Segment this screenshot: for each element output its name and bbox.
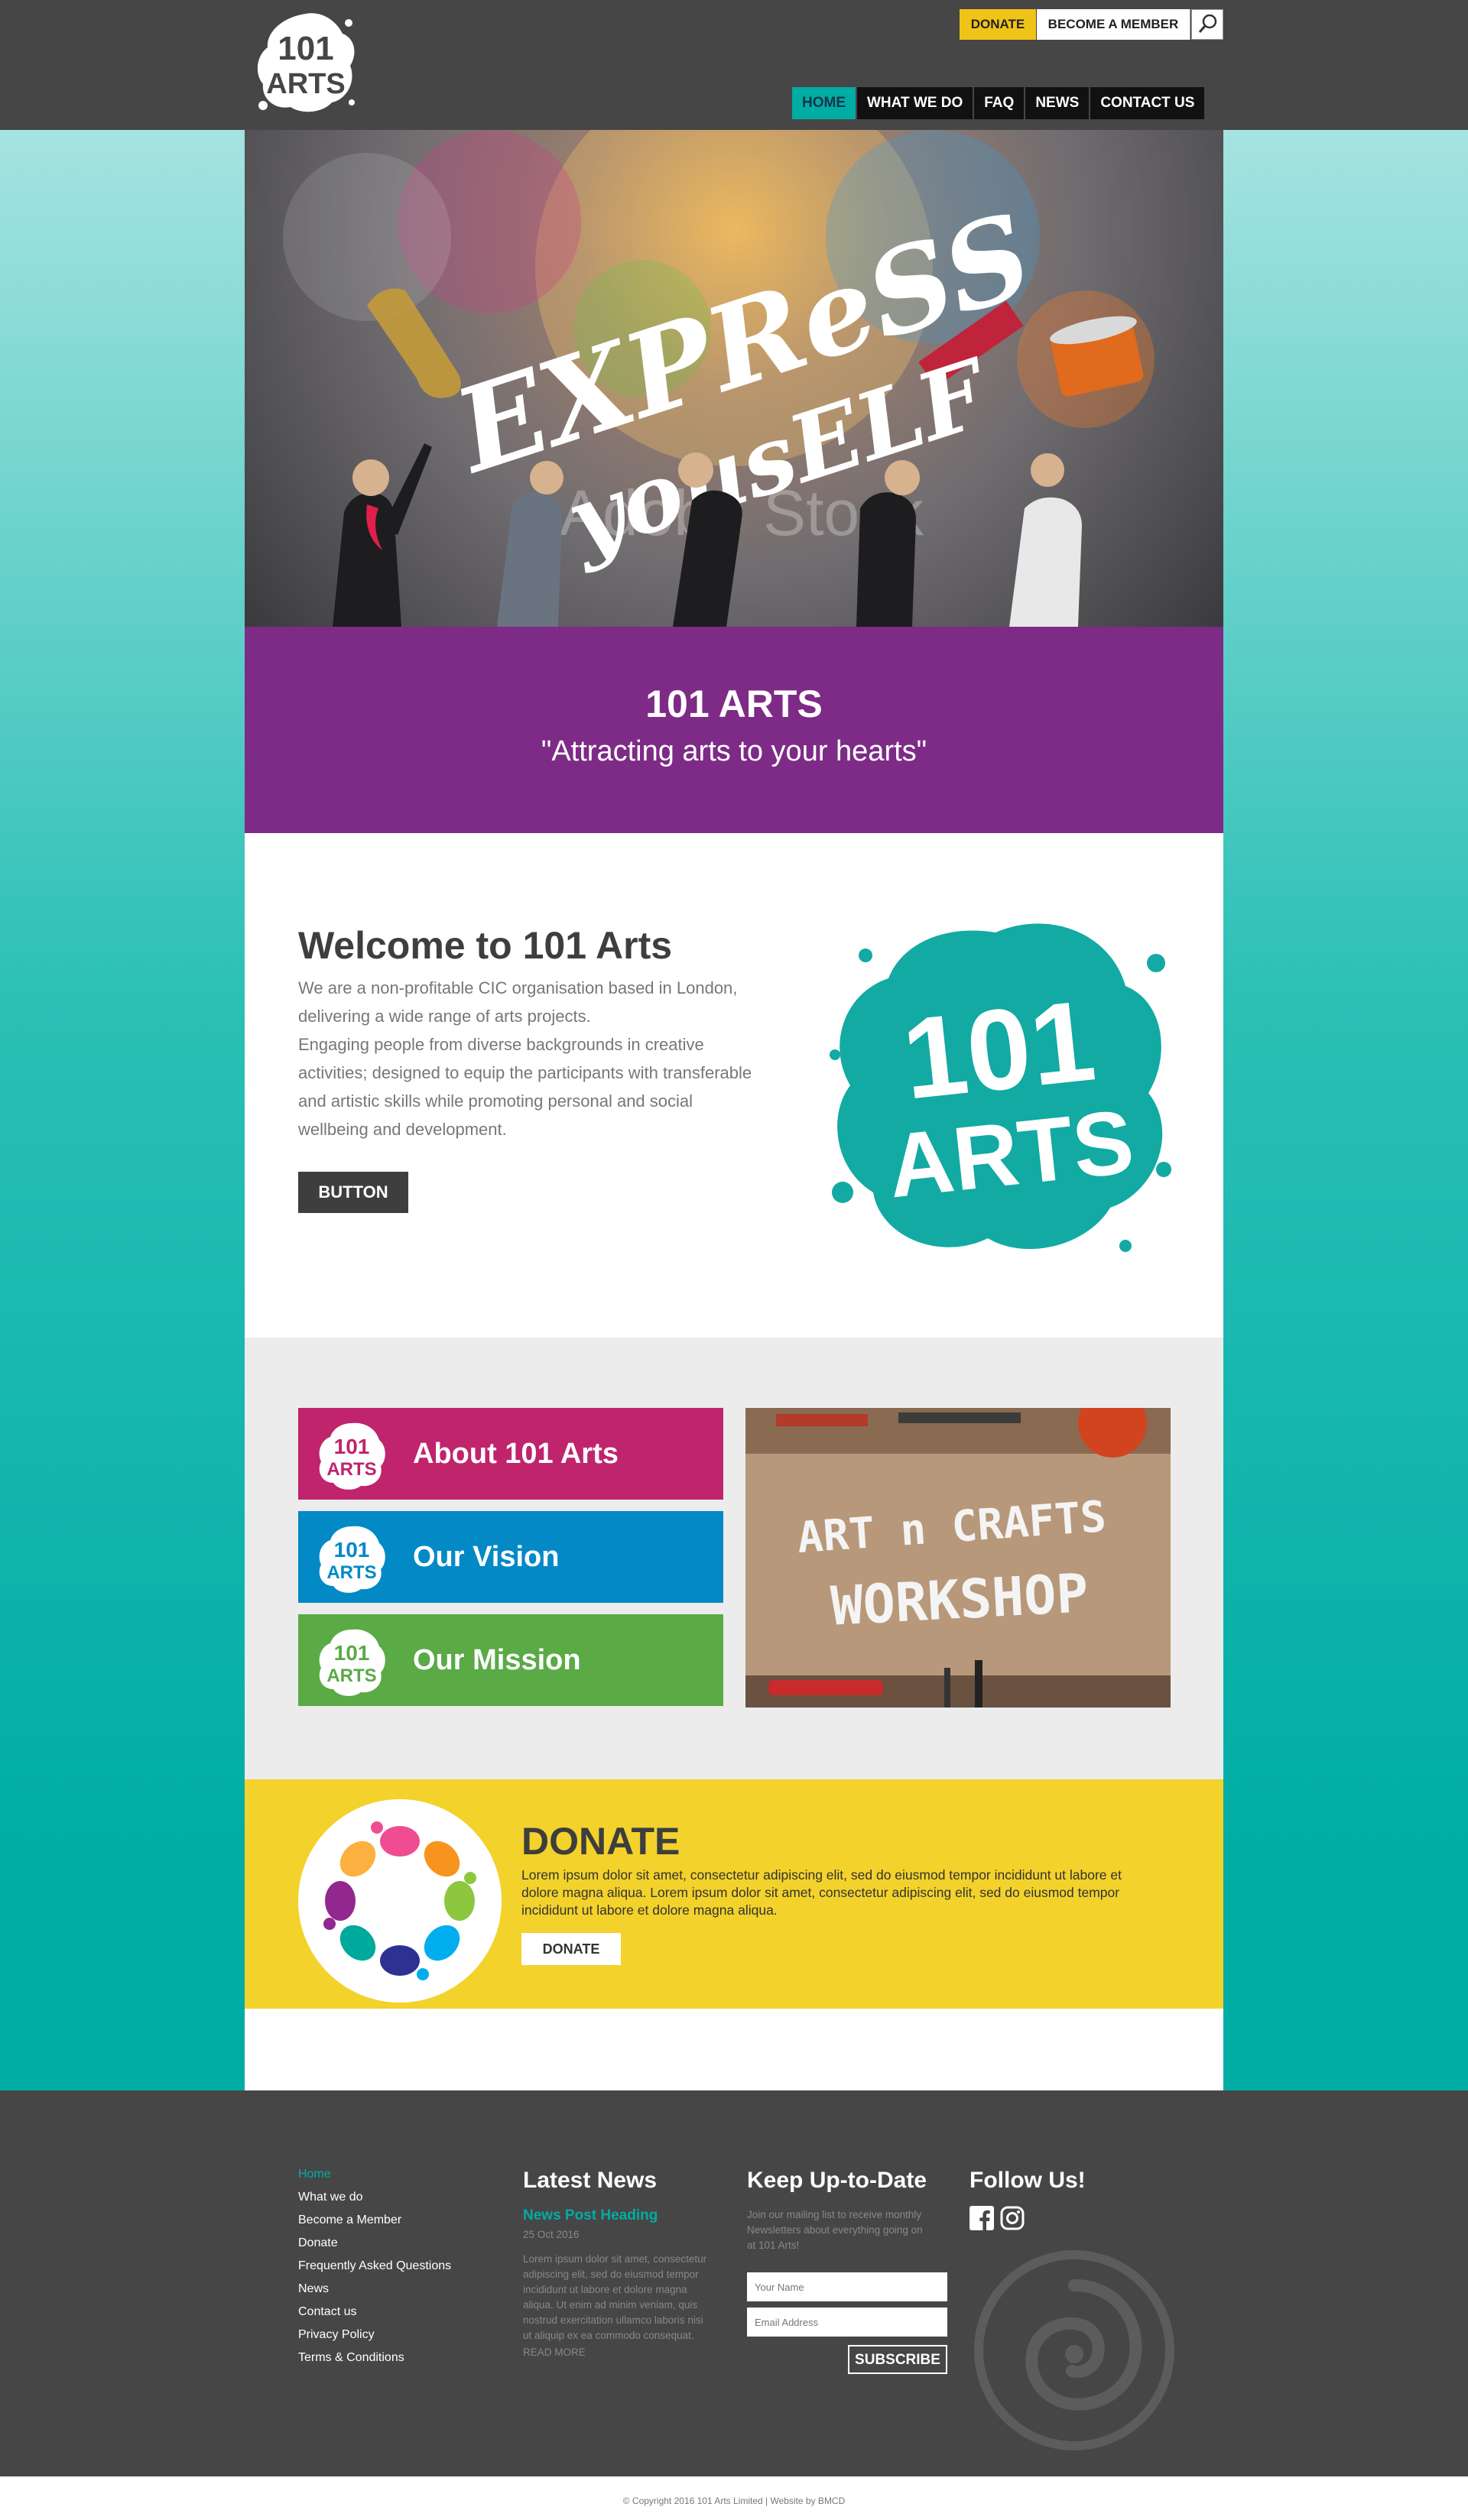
- copyright-bar: © Copyright 2016 101 Arts Limited | Webs…: [0, 2476, 1468, 2520]
- search-button[interactable]: [1191, 9, 1223, 40]
- footer-link-privacy[interactable]: Privacy Policy: [298, 2328, 375, 2342]
- newsletter-text-line: Newsletters about everything going on: [747, 2224, 923, 2236]
- welcome-button[interactable]: BUTTON: [298, 1172, 408, 1213]
- donate-button[interactable]: DONATE: [521, 1933, 621, 1965]
- instagram-icon[interactable]: [1000, 2206, 1025, 2230]
- welcome-text-line: activities; designed to equip the partic…: [298, 1063, 752, 1082]
- card-logo-text-top: 101: [334, 1538, 370, 1562]
- donate-hands-circle: [298, 1799, 502, 2003]
- mission-card[interactable]: 101 ARTS Our Mission: [298, 1614, 723, 1706]
- newsletter-text-line: at 101 Arts!: [747, 2239, 800, 2251]
- mission-card-label: Our Mission: [413, 1644, 581, 1676]
- card-logo-icon: 101 ARTS: [319, 1422, 385, 1490]
- footer-link-donate[interactable]: Donate: [298, 2236, 338, 2250]
- email-field[interactable]: [747, 2308, 947, 2337]
- card-logo-text-top: 101: [334, 1435, 370, 1458]
- welcome-text-line: Engaging people from diverse backgrounds…: [298, 1035, 704, 1054]
- search-icon: [1198, 14, 1217, 33]
- news-text-line: adipiscing elit, sed do eiusmod tempor: [523, 2269, 699, 2280]
- donate-section: DONATE Lorem ipsum dolor sit amet, conse…: [245, 1779, 1223, 2009]
- card-logo-text-bottom: ARTS: [326, 1562, 376, 1583]
- site-header: [0, 0, 1468, 130]
- footer-link-what-we-do[interactable]: What we do: [298, 2191, 362, 2204]
- card-logo-text-bottom: ARTS: [326, 1665, 376, 1686]
- logo-text-bottom: ARTS: [266, 68, 345, 100]
- footer-link-home[interactable]: Home: [298, 2168, 331, 2181]
- facebook-icon[interactable]: [969, 2206, 994, 2230]
- card-logo-text-top: 101: [334, 1641, 370, 1665]
- nav-faq[interactable]: FAQ: [974, 87, 1025, 119]
- footer-link-faq[interactable]: Frequently Asked Questions: [298, 2259, 451, 2273]
- footer-link-terms[interactable]: Terms & Conditions: [298, 2351, 404, 2365]
- about-card[interactable]: 101 ARTS About 101 Arts: [298, 1408, 723, 1500]
- latest-news-heading: Latest News: [523, 2168, 658, 2193]
- welcome-logo-splash: 101 ARTS: [830, 923, 1171, 1252]
- main-nav: HOME WHAT WE DO FAQ NEWS CONTACT US: [791, 87, 1205, 119]
- news-post-heading[interactable]: News Post Heading: [523, 2207, 658, 2224]
- donate-top-button[interactable]: DONATE: [960, 9, 1036, 40]
- tagline-band: 101 ARTS "Attracting arts to your hearts…: [245, 627, 1223, 833]
- donate-text-line: incididunt ut labore et dolore magna ali…: [521, 1902, 778, 1918]
- subscribe-button[interactable]: SUBSCRIBE: [848, 2345, 947, 2374]
- site-logo[interactable]: 101 ARTS: [252, 8, 359, 118]
- tagline-subtitle: "Attracting arts to your hearts": [541, 735, 927, 767]
- donate-text-line: dolore magna aliqua. Lorem ipsum dolor s…: [521, 1885, 1120, 1900]
- footer-link-become-member[interactable]: Become a Member: [298, 2214, 401, 2227]
- news-text-line: ut aliquip ex ea commodo consequat.: [523, 2330, 694, 2341]
- keep-up-heading: Keep Up-to-Date: [747, 2168, 927, 2193]
- about-card-label: About 101 Arts: [413, 1438, 619, 1470]
- site-footer: [0, 2090, 1468, 2476]
- card-logo-text-bottom: ARTS: [326, 1459, 376, 1480]
- nav-news[interactable]: NEWS: [1025, 87, 1090, 119]
- nav-what-we-do[interactable]: WHAT WE DO: [857, 87, 973, 119]
- news-text-line: aliqua. Ut enim ad minim veniam, quis: [523, 2299, 698, 2311]
- newsletter-text-line: Join our mailing list to receive monthly: [747, 2209, 922, 2220]
- welcome-title: Welcome to 101 Arts: [298, 924, 673, 967]
- news-post-date: 25 Oct 2016: [523, 2229, 580, 2240]
- content-bottom-spacer: [245, 2009, 1223, 2090]
- news-text-line: incididunt ut labore et dolore magna: [523, 2284, 687, 2295]
- workshop-illustration: ART n CRAFTS WORKSHOP: [745, 1408, 1171, 1708]
- welcome-text-line: We are a non-profitable CIC organisation…: [298, 978, 738, 997]
- welcome-text-line: delivering a wide range of arts projects…: [298, 1007, 591, 1026]
- nav-home[interactable]: HOME: [792, 87, 856, 119]
- copyright-text: © Copyright 2016 101 Arts Limited | Webs…: [622, 2496, 846, 2506]
- vision-card-label: Our Vision: [413, 1541, 560, 1573]
- logo-text-top: 101: [278, 30, 333, 67]
- card-logo-icon: 101 ARTS: [319, 1526, 385, 1593]
- read-more-link[interactable]: READ MORE: [523, 2346, 586, 2358]
- spiral-decoration: [974, 2250, 1174, 2450]
- welcome-text-line: wellbeing and development.: [298, 1120, 507, 1139]
- nav-contact-us[interactable]: CONTACT US: [1090, 87, 1205, 119]
- hero-illustration: EXPReSS yousELF Adobe Stock: [283, 130, 1155, 627]
- news-text-line: nostrud exercitation ullamco laboris nis…: [523, 2314, 703, 2326]
- name-field[interactable]: [747, 2272, 947, 2301]
- become-member-button[interactable]: BECOME A MEMBER: [1037, 9, 1190, 40]
- vision-card[interactable]: 101 ARTS Our Vision: [298, 1511, 723, 1603]
- welcome-section: Welcome to 101 Arts We are a non-profita…: [245, 833, 1223, 1338]
- welcome-text-line: and artistic skills while promoting pers…: [298, 1091, 693, 1111]
- hands-icon: [323, 1821, 476, 1980]
- card-logo-icon: 101 ARTS: [319, 1629, 385, 1696]
- footer-link-news[interactable]: News: [298, 2282, 329, 2296]
- donate-text-line: Lorem ipsum dolor sit amet, consectetur …: [521, 1867, 1122, 1883]
- donate-title: DONATE: [521, 1820, 680, 1863]
- tagline-title: 101 ARTS: [645, 683, 823, 725]
- hero-banner: EXPReSS yousELF Adobe Stock: [245, 130, 1223, 627]
- info-cards-section: 101 ARTS About 101 Arts 101 ARTS Our Vis…: [245, 1338, 1223, 1779]
- follow-us-heading: Follow Us!: [969, 2168, 1086, 2193]
- footer-link-contact[interactable]: Contact us: [298, 2305, 356, 2319]
- news-text-line: Lorem ipsum dolor sit amet, consectetur: [523, 2253, 707, 2265]
- workshop-image[interactable]: ART n CRAFTS WORKSHOP: [745, 1408, 1171, 1708]
